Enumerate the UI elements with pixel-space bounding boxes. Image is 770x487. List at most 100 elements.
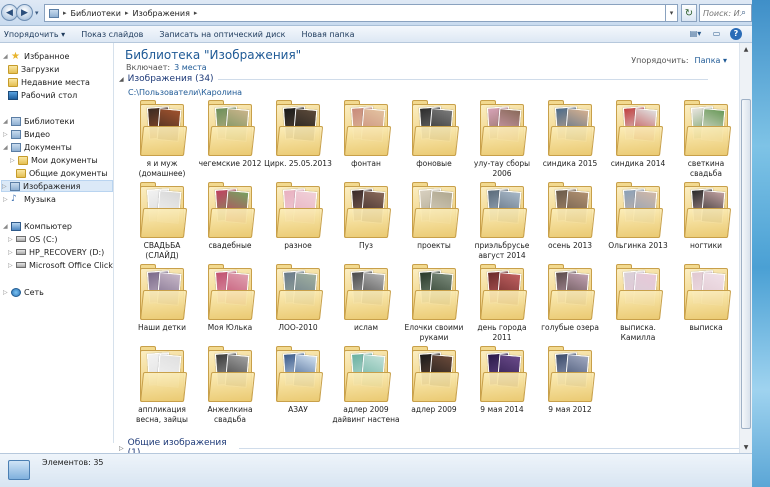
nav-favorites[interactable]: ◢ ★ Избранное: [3, 50, 69, 62]
group-path-link[interactable]: C:\Пользователи\Каролина: [128, 88, 242, 97]
folder-tile[interactable]: СВАДЬБА (СЛАЙД): [128, 182, 196, 264]
search-icon[interactable]: ⌕: [741, 8, 746, 18]
folder-tile[interactable]: я и муж (домашнее): [128, 100, 196, 182]
nav-recent-places[interactable]: Недавние места: [8, 76, 90, 88]
nav-music[interactable]: ▷ ♪ Музыка: [3, 193, 56, 205]
folder-label: ногтики: [689, 241, 723, 250]
folder-tile[interactable]: день города 2011: [468, 264, 536, 346]
recent-pages-dropdown[interactable]: ▾: [35, 9, 39, 17]
nav-video[interactable]: ▷ Видео: [3, 128, 50, 140]
nav-libraries[interactable]: ◢ Библиотеки: [3, 115, 74, 127]
folder-tile[interactable]: ислам: [332, 264, 400, 346]
nav-downloads[interactable]: Загрузки: [8, 63, 59, 75]
forward-button[interactable]: ▶: [16, 4, 33, 21]
folder-tile[interactable]: 9 мая 2014: [468, 346, 536, 428]
folder-tile[interactable]: голубые озера: [536, 264, 604, 346]
folder-tile[interactable]: выписка. Камилла: [604, 264, 672, 346]
nav-network[interactable]: ▷ Сеть: [3, 286, 44, 298]
folder-tile[interactable]: осень 2013: [536, 182, 604, 264]
folder-tile[interactable]: Цирк. 25.05.2013: [264, 100, 332, 182]
expand-arrow-icon[interactable]: ◢: [3, 223, 8, 230]
scrollbar-thumb[interactable]: [741, 99, 751, 429]
slideshow-button[interactable]: Показ слайдов: [73, 30, 151, 39]
nav-my-documents[interactable]: ▷ Мои документы: [10, 154, 98, 166]
folder-tile[interactable]: выписка: [672, 264, 739, 346]
nav-desktop[interactable]: Рабочий стол: [8, 89, 77, 101]
folder-tile[interactable]: аппликация весна, зайцы: [128, 346, 196, 428]
folder-tile[interactable]: приэльбрусье август 2014: [468, 182, 536, 264]
nav-images[interactable]: ▷ Изображения: [1, 180, 113, 192]
address-box[interactable]: ▸ Библиотеки ▸ Изображения ▸: [44, 4, 666, 22]
folder-tile[interactable]: фоновые: [400, 100, 468, 182]
expand-arrow-icon[interactable]: ▷: [2, 183, 7, 190]
preview-pane-icon[interactable]: ▭: [709, 27, 724, 40]
expand-arrow-icon[interactable]: ▷: [8, 262, 13, 269]
folder-tile[interactable]: синдика 2014: [604, 100, 672, 182]
vertical-scrollbar[interactable]: ▲ ▼: [739, 43, 752, 453]
includes-locations-link[interactable]: 3 места: [174, 63, 207, 72]
folder-tile[interactable]: свадебные: [196, 182, 264, 264]
expand-arrow-icon[interactable]: ▷: [8, 236, 13, 243]
chevron-right-icon[interactable]: ▸: [194, 9, 198, 17]
folder-tile[interactable]: 9 мая 2012: [536, 346, 604, 428]
folder-tile[interactable]: Елочки своими руками: [400, 264, 468, 346]
expand-arrow-icon[interactable]: ◢: [3, 144, 8, 151]
folder-tile[interactable]: фонтан: [332, 100, 400, 182]
expand-arrow-icon[interactable]: ▷: [8, 249, 13, 256]
search-box[interactable]: ⌕: [699, 4, 752, 22]
folder-icon: [480, 100, 528, 156]
nav-drive-c[interactable]: ▷ OS (C:): [8, 233, 57, 245]
folder-tile[interactable]: Ольгинка 2013: [604, 182, 672, 264]
view-options-icon[interactable]: ▤▾: [688, 27, 703, 40]
folder-tile[interactable]: Анжелкина свадьба: [196, 346, 264, 428]
chevron-right-icon[interactable]: ▸: [63, 9, 67, 17]
organize-button[interactable]: Упорядочить ▾: [0, 30, 73, 39]
scroll-up-button[interactable]: ▲: [740, 43, 752, 55]
expand-arrow-icon[interactable]: ▷: [119, 445, 124, 452]
folder-tile[interactable]: Моя Юлька: [196, 264, 264, 346]
folder-tile[interactable]: адлер 2009 дайвинг настена: [332, 346, 400, 428]
folder-tile[interactable]: чегемские 2012: [196, 100, 264, 182]
folder-tile[interactable]: разное: [264, 182, 332, 264]
nav-office-click-to-run[interactable]: ▷Microsoft Office Click-to-Run: [8, 259, 113, 271]
expand-arrow-icon[interactable]: ▷: [10, 157, 15, 164]
group-header-images[interactable]: ◢ Изображения (34): [119, 74, 708, 84]
folder-tile[interactable]: АЗАУ: [264, 346, 332, 428]
collapse-arrow-icon[interactable]: ◢: [119, 76, 124, 83]
nav-computer[interactable]: ◢ Компьютер: [3, 220, 72, 232]
folder-tile[interactable]: синдика 2015: [536, 100, 604, 182]
folder-front: [140, 208, 188, 238]
folder-tile[interactable]: ногтики: [672, 182, 739, 264]
expand-arrow-icon[interactable]: ▷: [3, 196, 8, 203]
breadcrumb-images[interactable]: Изображения: [132, 9, 189, 18]
folder-tile[interactable]: улу-тау сборы 2006: [468, 100, 536, 182]
expand-arrow-icon[interactable]: ▷: [3, 289, 8, 296]
folder-label: 9 мая 2014: [480, 405, 524, 414]
breadcrumb-libraries[interactable]: Библиотеки: [71, 9, 121, 18]
nav-public-documents[interactable]: Общие документы: [16, 167, 108, 179]
folder-tile[interactable]: адлер 2009: [400, 346, 468, 428]
nav-drive-d[interactable]: ▷ HP_RECOVERY (D:): [8, 246, 104, 258]
burn-disc-button[interactable]: Записать на оптический диск: [151, 30, 293, 39]
help-icon[interactable]: ?: [730, 27, 742, 40]
expand-arrow-icon[interactable]: ◢: [3, 118, 8, 125]
search-input[interactable]: [703, 8, 741, 18]
new-folder-button[interactable]: Новая папка: [294, 30, 363, 39]
arrange-by-dropdown[interactable]: Папка ▾: [695, 56, 727, 65]
folder-tile[interactable]: проекты: [400, 182, 468, 264]
item-count: Элементов: 35: [42, 458, 104, 467]
chevron-right-icon[interactable]: ▸: [125, 9, 129, 17]
nav-documents[interactable]: ◢ Документы: [3, 141, 72, 153]
folder-tile[interactable]: Наши детки: [128, 264, 196, 346]
expand-arrow-icon[interactable]: ▷: [3, 131, 8, 138]
folder-front: [208, 290, 256, 320]
folder-tile[interactable]: ЛОО-2010: [264, 264, 332, 346]
refresh-button[interactable]: ↻: [681, 4, 697, 22]
drive-icon: [16, 249, 26, 255]
folder-tile[interactable]: Пуз: [332, 182, 400, 264]
folder-tile[interactable]: светкина свадьба: [672, 100, 739, 182]
address-history-dropdown[interactable]: ▾: [666, 4, 678, 22]
expand-arrow-icon[interactable]: ◢: [3, 53, 8, 60]
scroll-down-button[interactable]: ▼: [740, 441, 752, 453]
group-header-public-images[interactable]: ▷ Общие изображения (1): [119, 438, 739, 453]
